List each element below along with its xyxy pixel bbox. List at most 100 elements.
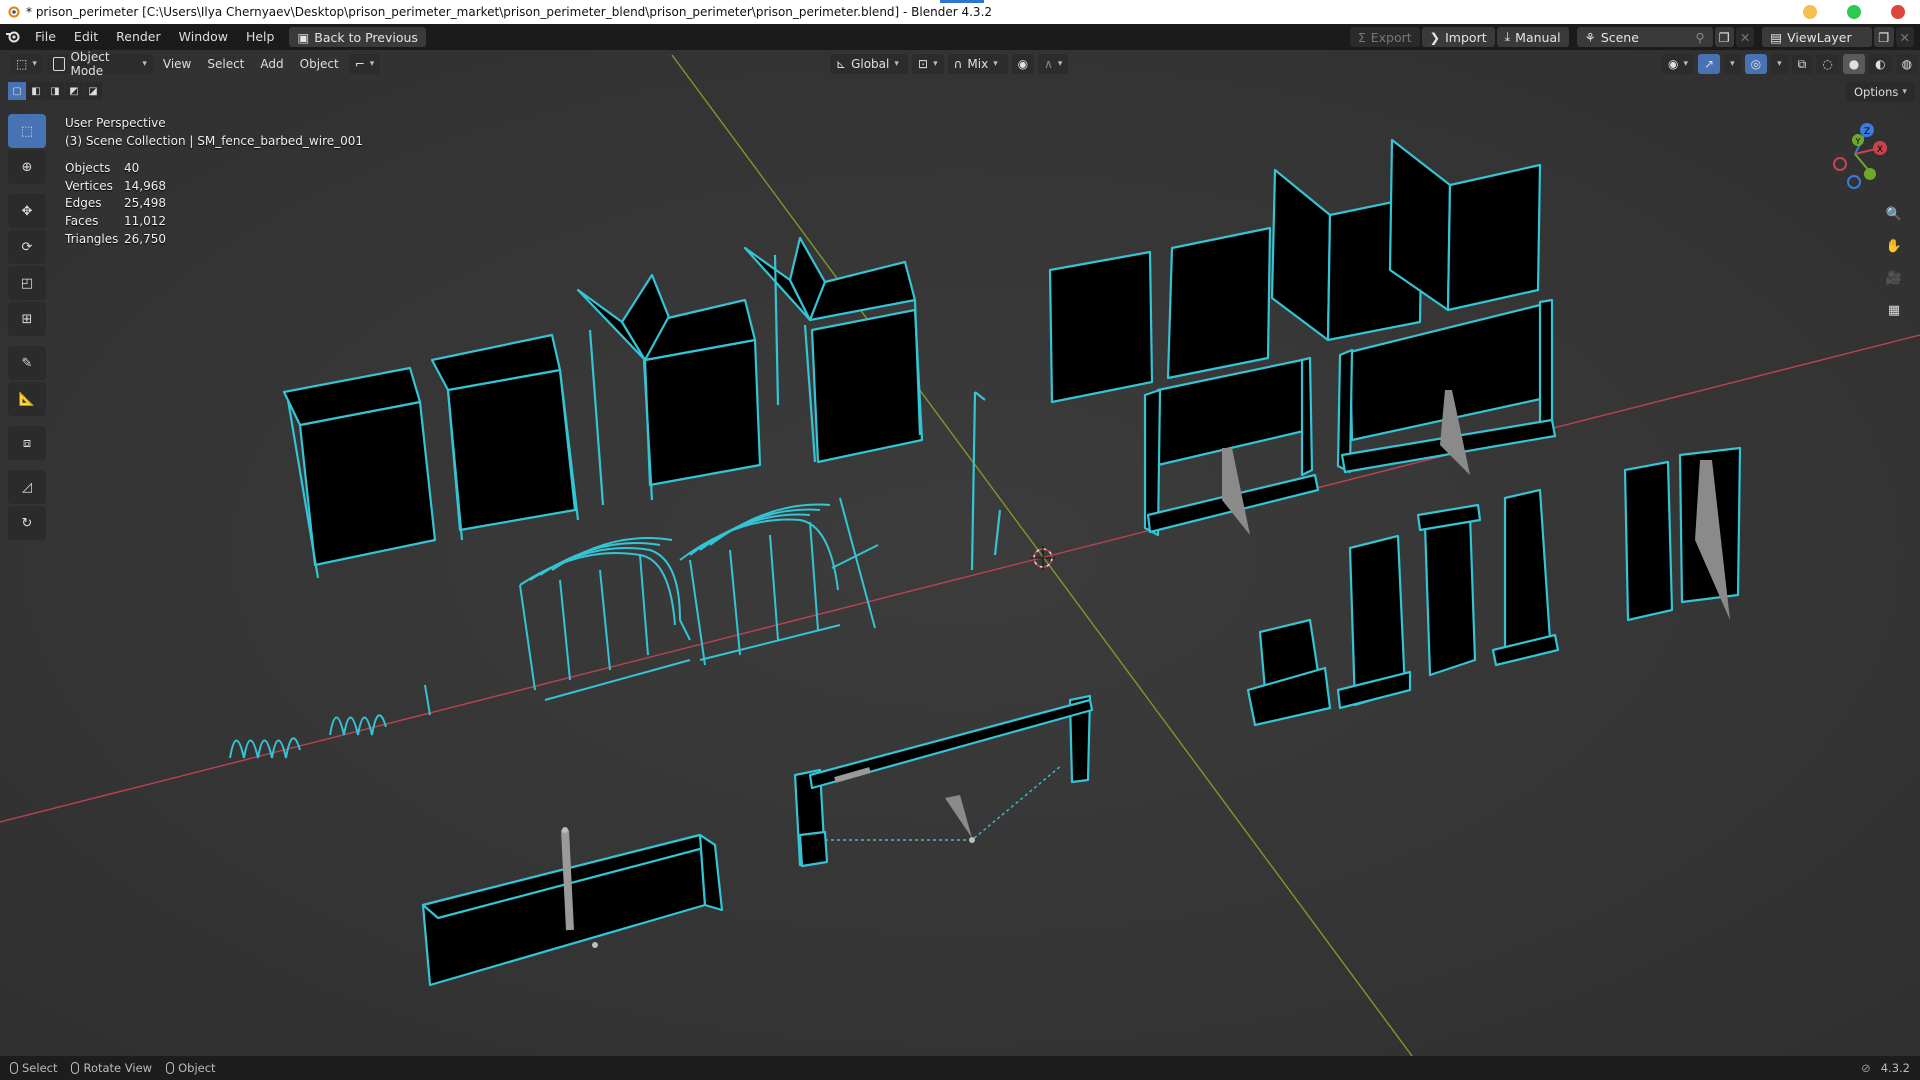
xray-toggle[interactable]: ⧉ — [1791, 54, 1813, 74]
menu-view[interactable]: View — [157, 54, 197, 74]
select-intersect-button[interactable]: ◪ — [84, 82, 102, 100]
stat-value: 14,968 — [124, 178, 166, 193]
import-button[interactable]: ❯ Import — [1421, 27, 1495, 47]
select-invert-button[interactable]: ◩ — [65, 82, 83, 100]
gizmos-toggle[interactable]: ↗ — [1698, 54, 1721, 74]
menu-window[interactable]: Window — [170, 24, 237, 50]
crosshair-icon: ⊕ — [21, 159, 33, 175]
mode-selector[interactable]: Object Mode ▾ — [46, 50, 153, 78]
mouse-middle-icon — [71, 1062, 80, 1074]
stat-label: Edges — [65, 196, 102, 211]
axis-icon: ⊾ — [836, 57, 847, 71]
menu-add[interactable]: Add — [254, 54, 289, 74]
rotate-tool[interactable]: ⟳ — [8, 230, 46, 264]
options-dropdown[interactable]: Options ▾ — [1846, 82, 1915, 102]
move-tool[interactable]: ✥ — [8, 194, 46, 228]
minimize-button[interactable] — [1803, 5, 1817, 19]
options-label: Options — [1854, 85, 1899, 99]
pivot-selector[interactable]: ⊡ ▾ — [912, 54, 944, 74]
back-to-previous-label: Back to Previous — [314, 29, 418, 45]
maximize-button[interactable] — [1847, 5, 1861, 19]
shading-wireframe[interactable]: ◌ — [1816, 54, 1839, 74]
falloff-icon: ∧ — [1044, 57, 1053, 71]
overlays-toggle[interactable]: ◎ — [1744, 54, 1768, 74]
stat-row: Triangles 26,750 — [65, 231, 166, 249]
zoom-button[interactable]: 🔍 — [1882, 202, 1906, 226]
proportional-edit-button[interactable]: ◉ — [1011, 54, 1035, 74]
spin-tool[interactable]: ↻ — [8, 506, 46, 540]
stat-value: 25,498 — [124, 196, 166, 211]
overlays-dropdown[interactable]: ▾ — [1771, 54, 1788, 74]
select-subtract-icon: ◨ — [50, 85, 60, 97]
rendered-sphere-icon: ◍ — [1901, 57, 1913, 71]
new-scene-button[interactable]: ❐ — [1714, 27, 1734, 47]
magnifier-icon: 🔍 — [1885, 206, 1903, 222]
editor-type-button[interactable]: ⬚ ▾ — [10, 54, 43, 74]
export-button[interactable]: Σ Export — [1349, 27, 1420, 47]
select-extend-button[interactable]: ◧ — [27, 82, 45, 100]
shading-rendered[interactable]: ◍ — [1895, 54, 1919, 74]
spin-icon: ↻ — [21, 515, 33, 531]
collection-line: (3) Scene Collection | SM_fence_barbed_w… — [65, 134, 364, 148]
camera-icon: 🎥 — [1885, 270, 1903, 286]
shear-tool[interactable]: ◿ — [8, 470, 46, 504]
gizmo-neg-x-handle[interactable] — [1833, 157, 1847, 171]
blender-menu-icon[interactable] — [0, 30, 26, 44]
menu-file[interactable]: File — [26, 24, 65, 50]
add-cube-tool[interactable]: ⧈ — [8, 426, 46, 460]
solid-sphere-icon: ● — [1848, 57, 1860, 71]
chevron-right-icon: ❯ — [1429, 29, 1441, 45]
close-icon: ✕ — [1899, 29, 1910, 45]
gizmo-toggle-button[interactable]: ⌐ ▾ — [348, 54, 381, 74]
stat-row: Edges 25,498 — [65, 195, 166, 213]
select-box-tool[interactable]: ⬚ — [8, 114, 46, 148]
gizmos-dropdown[interactable]: ▾ — [1724, 54, 1741, 74]
cursor-tool[interactable]: ⊕ — [8, 150, 46, 184]
pin-icon: ⚲ — [1695, 29, 1705, 45]
gizmo-neg-y-handle[interactable] — [1864, 168, 1876, 180]
select-subtract-button[interactable]: ◨ — [46, 82, 64, 100]
back-to-previous-button[interactable]: ▣ Back to Previous — [289, 27, 426, 47]
xray-icon: ⧉ — [1797, 56, 1807, 71]
annotate-tool[interactable]: ✎ — [8, 346, 46, 380]
viewlayer-selector[interactable]: ▤ ViewLayer — [1762, 27, 1873, 47]
close-button[interactable] — [1891, 5, 1905, 19]
scene-selector[interactable]: ⚘ Scene ⚲ — [1576, 27, 1713, 47]
mouse-left-icon — [10, 1062, 18, 1074]
object-mode-icon — [52, 57, 66, 71]
snap-label: Mix — [967, 57, 989, 71]
scene-statistics: Objects 40 Vertices 14,968 Edges 25,498 Fac… — [65, 160, 166, 248]
menu-edit[interactable]: Edit — [65, 24, 107, 50]
window-titlebar: * prison_perimeter [C:\Users\Ilya Cherny… — [0, 0, 1920, 24]
perspective-toggle-button[interactable]: ▦ — [1882, 298, 1906, 322]
scale-tool[interactable]: ◰ — [8, 266, 46, 300]
snap-selector[interactable]: ∩ Mix ▾ — [947, 54, 1008, 74]
delete-viewlayer-button[interactable]: ✕ — [1895, 27, 1914, 47]
viewport-overlay-info: User Perspective (3) Scene Collection | … — [65, 114, 363, 150]
falloff-selector[interactable]: ∧ ▾ — [1038, 54, 1069, 74]
manual-button[interactable]: ⤓ Manual — [1496, 27, 1569, 47]
new-viewlayer-button[interactable]: ❐ — [1874, 27, 1894, 47]
pan-button[interactable]: ✋ — [1882, 234, 1906, 258]
status-object-label: Object — [178, 1061, 216, 1075]
gizmo-x-label: X — [1877, 145, 1883, 155]
rotate-icon: ⟳ — [21, 239, 33, 255]
navigation-gizmo[interactable]: Z X Y — [1822, 118, 1888, 194]
shading-material[interactable]: ◐ — [1869, 54, 1892, 74]
gizmo-neg-z-handle[interactable] — [1847, 175, 1861, 189]
menu-select[interactable]: Select — [201, 54, 250, 74]
select-new-button[interactable]: ▢ — [8, 82, 26, 100]
copy-icon: ❐ — [1878, 29, 1890, 45]
menu-object[interactable]: Object — [294, 54, 345, 74]
menu-render[interactable]: Render — [107, 24, 170, 50]
visibility-selector[interactable]: ◉ ▾ — [1662, 54, 1695, 74]
delete-scene-button[interactable]: ✕ — [1735, 27, 1755, 47]
orientation-selector[interactable]: ⊾ Global ▾ — [830, 54, 908, 74]
wireframe-sphere-icon: ◌ — [1822, 57, 1833, 71]
measure-tool[interactable]: 📐 — [8, 382, 46, 416]
3d-viewport[interactable]: ⬚ ▾ Object Mode ▾ View Select Add Object … — [0, 50, 1920, 1056]
camera-view-button[interactable]: 🎥 — [1882, 266, 1906, 290]
shading-solid[interactable]: ● — [1842, 54, 1866, 74]
menu-help[interactable]: Help — [237, 24, 284, 50]
transform-tool[interactable]: ⊞ — [8, 302, 46, 336]
